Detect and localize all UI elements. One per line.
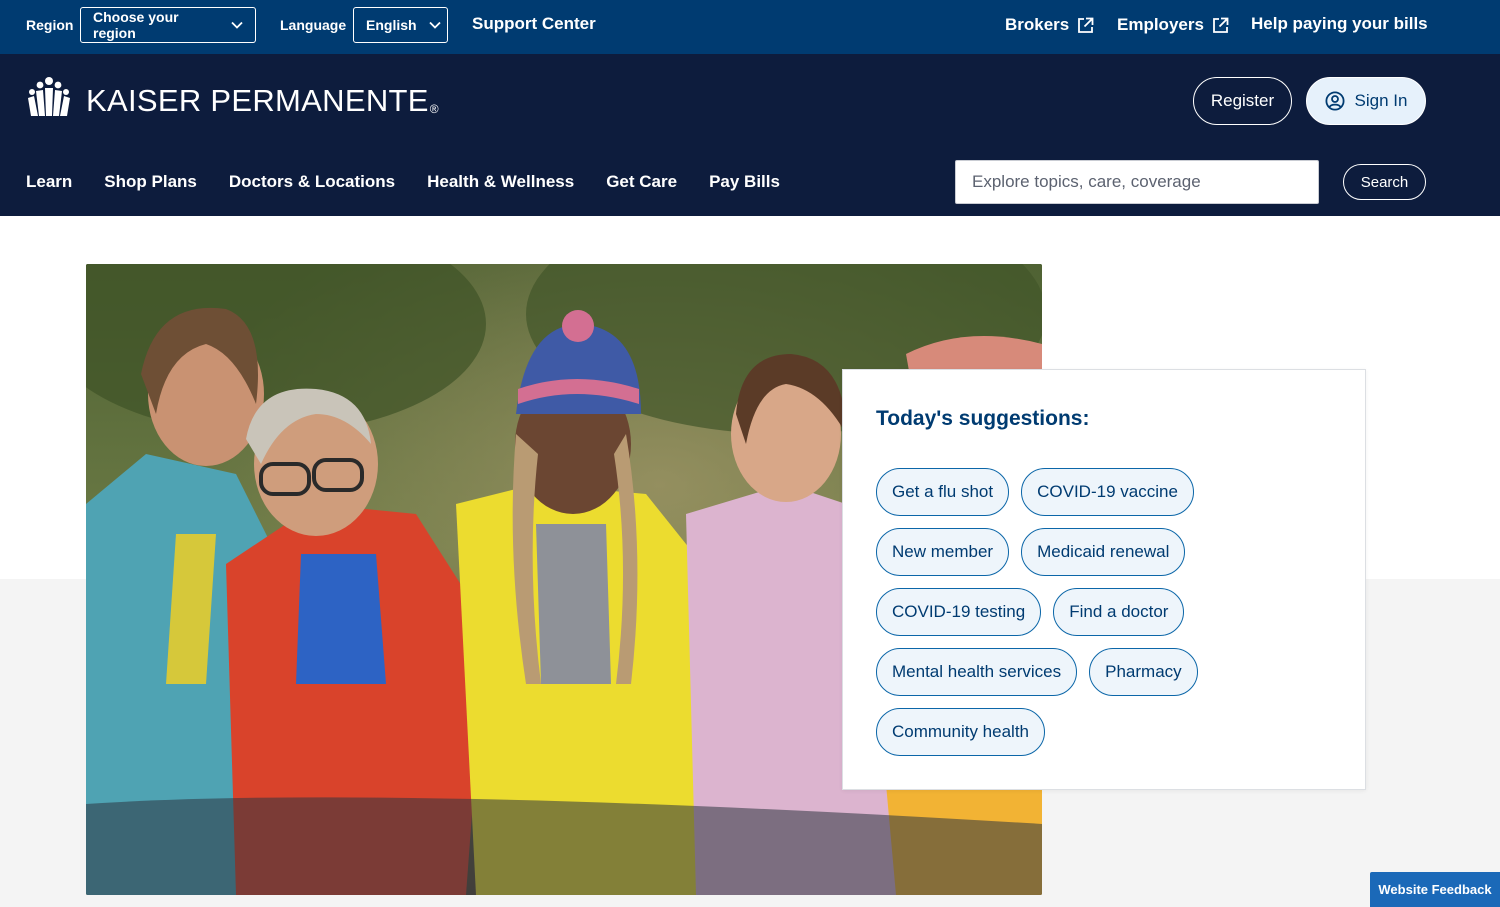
external-link-icon bbox=[1212, 17, 1229, 34]
language-label: Language bbox=[280, 17, 347, 33]
chip-covid-testing[interactable]: COVID-19 testing bbox=[876, 588, 1042, 636]
chip-find-doctor[interactable]: Find a doctor bbox=[1053, 588, 1185, 636]
employers-link-label: Employers bbox=[1117, 15, 1204, 34]
logo-text: KAISER PERMANENTE® bbox=[86, 82, 439, 118]
chevron-down-icon bbox=[428, 21, 441, 29]
nav-item-doctors-locations[interactable]: Doctors & Locations bbox=[229, 172, 395, 192]
chevron-down-icon bbox=[231, 21, 243, 29]
website-feedback-button[interactable]: Website Feedback bbox=[1370, 872, 1500, 907]
primary-nav: Learn Shop Plans Doctors & Locations Hea… bbox=[26, 172, 812, 192]
register-button[interactable]: Register bbox=[1193, 77, 1292, 125]
search-button[interactable]: Search bbox=[1343, 164, 1426, 200]
nav-item-get-care[interactable]: Get Care bbox=[606, 172, 677, 192]
language-select[interactable]: English bbox=[353, 7, 448, 43]
logo-mark-icon bbox=[26, 76, 72, 125]
external-link-icon bbox=[1077, 17, 1094, 34]
region-select[interactable]: Choose your region bbox=[80, 7, 256, 43]
employers-link[interactable]: Employers bbox=[1117, 15, 1229, 35]
region-select-value: Choose your region bbox=[93, 9, 179, 41]
support-center-link[interactable]: Support Center bbox=[472, 14, 596, 34]
region-label: Region bbox=[26, 17, 74, 33]
nav-item-health-wellness[interactable]: Health & Wellness bbox=[427, 172, 574, 192]
nav-item-learn[interactable]: Learn bbox=[26, 172, 72, 192]
chip-medicaid-renewal[interactable]: Medicaid renewal bbox=[1021, 528, 1186, 576]
suggestions-card: Today's suggestions: Get a flu shot COVI… bbox=[842, 369, 1366, 790]
help-paying-bills-link[interactable]: Help paying your bills bbox=[1251, 14, 1428, 34]
search-input[interactable] bbox=[955, 160, 1319, 204]
kaiser-permanente-logo[interactable]: KAISER PERMANENTE® bbox=[26, 76, 439, 125]
chip-mental-health-services[interactable]: Mental health services bbox=[876, 648, 1078, 696]
sign-in-button[interactable]: Sign In bbox=[1306, 77, 1426, 125]
chip-community-health[interactable]: Community health bbox=[876, 708, 1046, 756]
utility-bar: Region Choose your region Language Engli… bbox=[0, 0, 1500, 54]
main-header: KAISER PERMANENTE® Register Sign In Lear… bbox=[0, 54, 1500, 216]
brokers-link-label: Brokers bbox=[1005, 15, 1070, 34]
user-circle-icon bbox=[1325, 91, 1345, 111]
suggestion-chips: Get a flu shot COVID-19 vaccine New memb… bbox=[876, 468, 1236, 756]
chip-pharmacy[interactable]: Pharmacy bbox=[1089, 648, 1198, 696]
language-select-value: English bbox=[366, 17, 417, 33]
sign-in-label: Sign In bbox=[1354, 91, 1408, 110]
suggestions-title: Today's suggestions: bbox=[876, 407, 1090, 430]
nav-item-shop-plans[interactable]: Shop Plans bbox=[104, 172, 197, 192]
chip-new-member[interactable]: New member bbox=[876, 528, 1010, 576]
chip-get-flu-shot[interactable]: Get a flu shot bbox=[876, 468, 1010, 516]
brokers-link[interactable]: Brokers bbox=[1005, 15, 1094, 35]
chip-covid-vaccine[interactable]: COVID-19 vaccine bbox=[1021, 468, 1194, 516]
nav-item-pay-bills[interactable]: Pay Bills bbox=[709, 172, 780, 192]
